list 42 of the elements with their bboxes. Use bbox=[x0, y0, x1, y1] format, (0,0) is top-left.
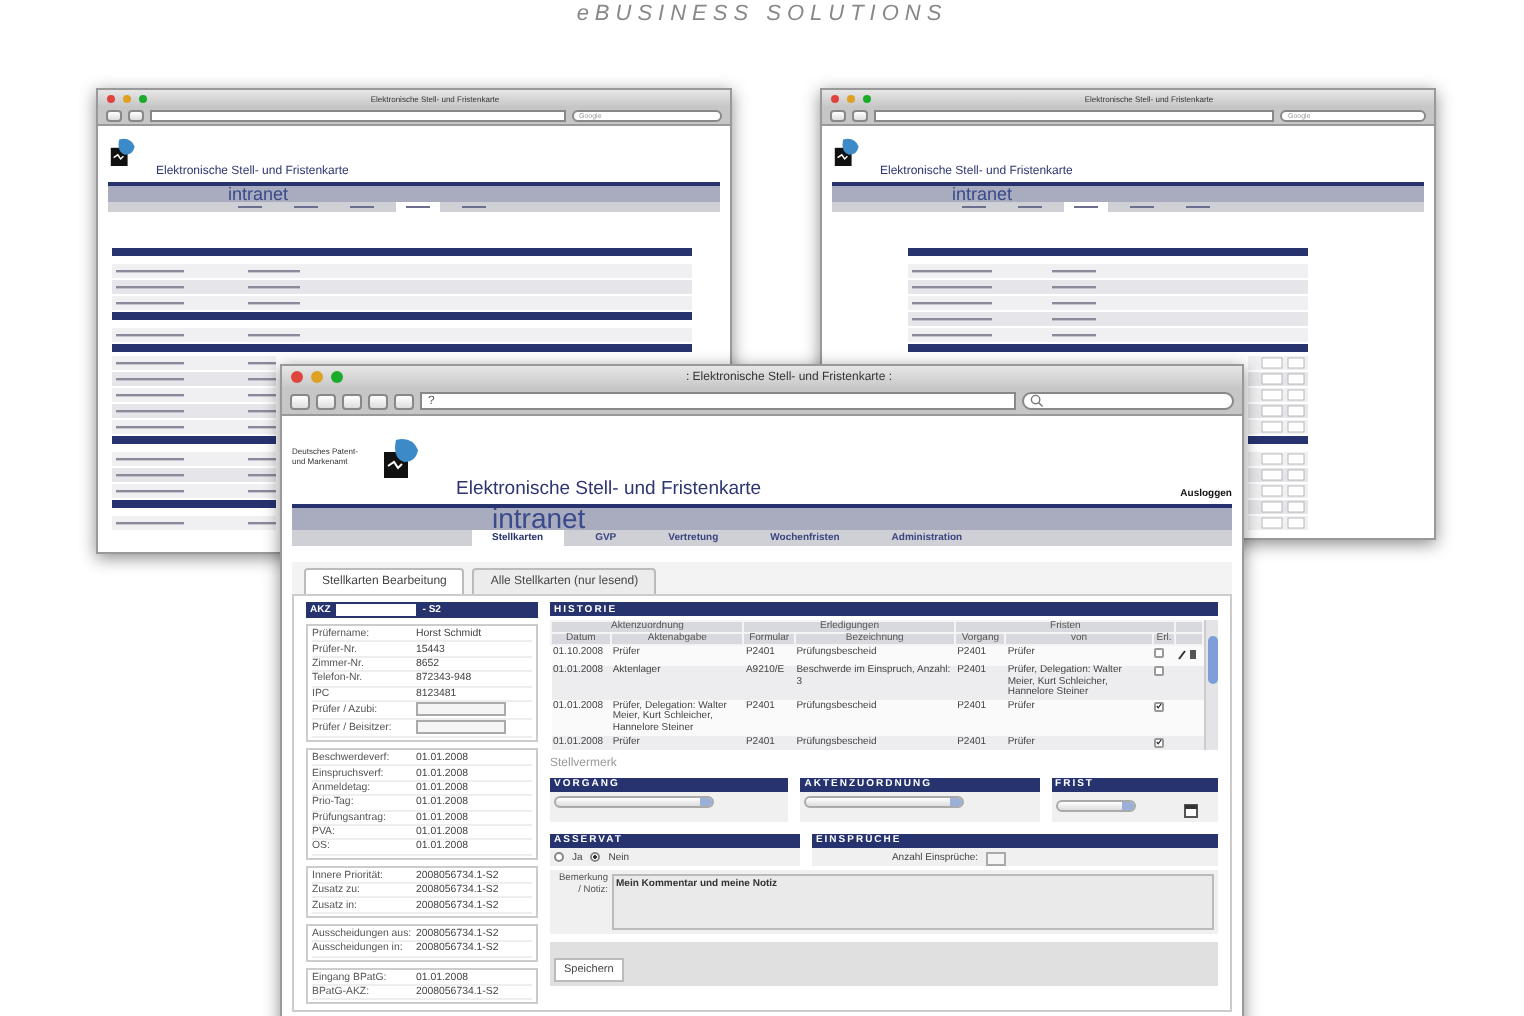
forward-button[interactable] bbox=[128, 109, 144, 121]
input-field[interactable] bbox=[416, 720, 506, 735]
radio-button[interactable] bbox=[590, 852, 601, 863]
add-button[interactable] bbox=[394, 393, 414, 409]
back-button[interactable] bbox=[106, 109, 122, 121]
scrollbar[interactable] bbox=[1204, 620, 1218, 750]
input-field[interactable] bbox=[416, 702, 506, 717]
search-icon bbox=[1030, 394, 1045, 408]
address-field[interactable] bbox=[874, 109, 1274, 121]
logo-icon bbox=[108, 138, 136, 166]
select-field[interactable] bbox=[554, 795, 714, 808]
done-checkbox[interactable] bbox=[1154, 666, 1165, 677]
brand-name: intranet bbox=[228, 187, 289, 202]
done-checkbox[interactable] bbox=[1154, 737, 1165, 748]
search-field[interactable] bbox=[1022, 392, 1234, 410]
calendar-icon[interactable] bbox=[1184, 803, 1199, 818]
select-field[interactable] bbox=[1055, 800, 1136, 813]
edit-delete-icon[interactable] bbox=[1177, 647, 1198, 659]
radio-button[interactable] bbox=[554, 852, 564, 863]
reload-button[interactable] bbox=[342, 393, 362, 409]
back-button[interactable] bbox=[830, 109, 846, 121]
stop-button[interactable] bbox=[368, 393, 388, 409]
done-checkbox[interactable] bbox=[1154, 701, 1165, 712]
window-controls-icon[interactable] bbox=[290, 370, 344, 384]
forward-button[interactable] bbox=[852, 109, 868, 121]
forward-button[interactable] bbox=[316, 393, 336, 409]
brand-name: intranet bbox=[492, 507, 586, 530]
brand-name: intranet bbox=[952, 187, 1013, 202]
nav-tab[interactable] bbox=[1064, 202, 1108, 212]
logo-icon bbox=[832, 138, 860, 166]
logo-icon bbox=[380, 438, 420, 478]
window-controls-icon[interactable] bbox=[106, 93, 148, 103]
select-field[interactable] bbox=[804, 795, 965, 808]
address-field[interactable] bbox=[150, 109, 565, 121]
done-checkbox[interactable] bbox=[1154, 647, 1165, 657]
input-field[interactable] bbox=[986, 851, 1007, 866]
app-title: Elektronische Stell- und Fristenkarte bbox=[456, 478, 764, 500]
akz-field[interactable] bbox=[336, 604, 417, 616]
back-button[interactable] bbox=[290, 393, 310, 409]
nav-tab[interactable] bbox=[396, 202, 440, 212]
tagline: eBUSINESS SOLUTIONS bbox=[576, 2, 948, 26]
window-controls-icon[interactable] bbox=[830, 93, 872, 103]
